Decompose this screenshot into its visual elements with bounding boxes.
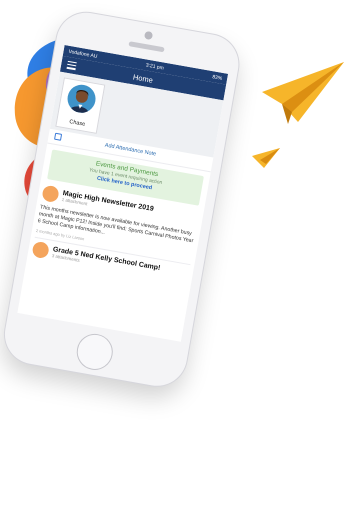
student-avatar: [65, 82, 98, 115]
calendar-icon: [54, 132, 63, 141]
clock-label: 3:21 pm: [145, 61, 165, 72]
home-button[interactable]: [73, 331, 116, 373]
author-avatar: [31, 240, 50, 260]
battery-label: 83%: [211, 73, 223, 82]
student-name: Chase: [68, 119, 86, 128]
front-camera: [143, 30, 154, 41]
earpiece-speaker: [128, 41, 165, 53]
student-card[interactable]: Chase: [55, 77, 106, 134]
app-screen: Vodafone AU 3:21 pm 83% Home Chase Add A…: [17, 45, 229, 342]
person-icon: [69, 90, 89, 115]
hamburger-icon[interactable]: [66, 60, 77, 70]
author-avatar: [41, 184, 60, 204]
phone-mockup: Vodafone AU 3:21 pm 83% Home Chase Add A…: [0, 8, 344, 513]
